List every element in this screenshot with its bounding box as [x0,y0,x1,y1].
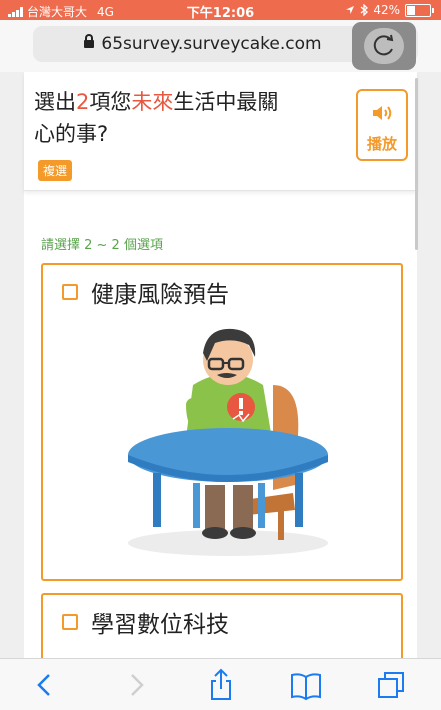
tabs-icon[interactable] [373,667,409,703]
title-highlight-future: 未來 [131,90,174,114]
option-checkbox[interactable] [62,614,78,630]
location-icon [346,6,355,14]
option-card-health-risk[interactable]: 健康風險預告 [41,263,403,581]
share-icon[interactable] [203,667,239,703]
bluetooth-icon [360,4,369,16]
option-label: 學習數位科技 [91,612,229,638]
play-label: 播放 [366,135,397,153]
browser-address-area: 65survey.surveycake.com [0,20,441,72]
forward-icon[interactable] [117,667,153,703]
page-margin-left [0,72,24,658]
status-bar: 台灣大哥大 4G 下午12:06 42% [0,0,441,21]
bookmarks-icon[interactable] [288,667,324,703]
title-text: 選出 [34,90,76,114]
title-text: 項您 [89,90,132,114]
reload-icon [373,34,394,56]
reload-button[interactable] [352,22,416,70]
elderly-man-health-illustration [128,328,328,556]
play-audio-button[interactable]: 播放 [356,89,408,161]
option-checkbox[interactable] [62,284,78,300]
selection-hint: 請選擇 2 ~ 2 個選項 [41,238,163,253]
title-text: 心的事? [34,122,109,146]
speaker-icon [373,106,392,120]
page-margin-right [417,72,441,658]
title-text: 生活中最關 [173,90,279,114]
option-card-digital-learning[interactable]: 學習數位科技 [41,593,403,663]
battery-icon [405,3,434,17]
option-label: 健康風險預告 [91,282,229,308]
question-title: 選出2項您未來生活中最關心的事? [34,86,334,150]
url-text: 65survey.surveycake.com [101,34,322,54]
battery-percent: 42% [373,3,400,17]
title-highlight-count: 2 [76,90,90,114]
question-header: 選出2項您未來生活中最關心的事? 複選 播放 [24,72,417,191]
multi-select-badge: 複選 [38,160,73,181]
browser-toolbar [0,658,441,710]
lock-icon [84,34,95,48]
back-icon[interactable] [28,667,64,703]
address-bar[interactable]: 65survey.surveycake.com [33,22,418,70]
scroll-indicator [415,78,418,250]
